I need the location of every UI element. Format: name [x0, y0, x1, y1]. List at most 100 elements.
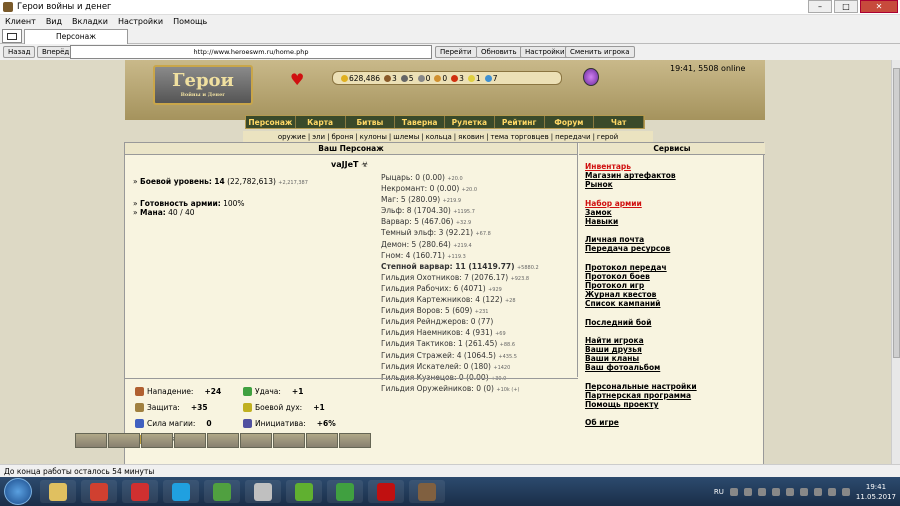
page-scrollbar[interactable] [891, 60, 900, 464]
service-link[interactable]: Набор армии [585, 199, 765, 208]
tray-icon-3[interactable] [757, 487, 766, 496]
subnav-item[interactable]: передачи [555, 133, 590, 141]
service-link[interactable]: Протокол игр [585, 281, 765, 290]
maximize-button[interactable]: □ [834, 0, 858, 13]
guild-plus: +69 [495, 331, 506, 338]
equipment-slot[interactable] [141, 433, 173, 448]
subnav-item[interactable]: броня [331, 133, 353, 141]
service-link[interactable]: Персональные настройки [585, 382, 765, 391]
equipment-slot[interactable] [240, 433, 272, 448]
close-button[interactable]: ✕ [860, 0, 898, 13]
main-nav-item[interactable]: Форум [545, 116, 595, 128]
attribute-label: Инициатива: [255, 419, 306, 428]
main-nav-item[interactable]: Персонаж [246, 116, 296, 128]
forward-button[interactable]: Вперёд [37, 46, 75, 58]
equipment-slot[interactable] [174, 433, 206, 448]
main-nav-item[interactable]: Рейтинг [495, 116, 545, 128]
service-link[interactable]: Инвентарь [585, 162, 765, 171]
main-nav-item[interactable]: Битвы [346, 116, 396, 128]
taskbar-folder-icon[interactable] [40, 480, 76, 503]
subnav-item[interactable]: яковин [458, 133, 484, 141]
back-button[interactable]: Назад [3, 46, 36, 58]
service-link[interactable]: Протокол передач [585, 263, 765, 272]
service-link[interactable]: Партнерская программа [585, 391, 765, 400]
service-link[interactable]: Журнал квестов [585, 290, 765, 299]
tray-icon-7[interactable] [813, 487, 822, 496]
go-button[interactable]: Перейти [435, 46, 477, 58]
subnav-item[interactable]: оружие [278, 133, 306, 141]
service-link[interactable]: Список кампаний [585, 299, 765, 308]
subnav-item[interactable]: кольца [426, 133, 452, 141]
service-link[interactable]: Ваши кланы [585, 354, 765, 363]
menu-view[interactable]: Вид [46, 17, 62, 26]
service-link[interactable]: Передача ресурсов [585, 244, 765, 253]
taskbar-evernote2-icon[interactable] [327, 480, 363, 503]
service-link[interactable]: Протокол боев [585, 272, 765, 281]
subnav-item[interactable]: герой [597, 133, 618, 141]
tray-icon-1[interactable] [729, 487, 738, 496]
tray-icon-4[interactable] [771, 487, 780, 496]
guild-plus: +231 [474, 309, 489, 316]
equipment-slot[interactable] [339, 433, 371, 448]
service-link[interactable]: Рынок [585, 180, 765, 189]
service-link[interactable]: Последний бой [585, 318, 765, 327]
character-nick[interactable]: vaJJeT ☣ [331, 160, 368, 169]
taskbar-xmind-icon[interactable] [122, 480, 158, 503]
service-link[interactable]: Личная почта [585, 235, 765, 244]
service-link[interactable]: Навыки [585, 217, 765, 226]
attributes-panel: Нападение:+24Защита:+35Сила магии:0Знани… [125, 378, 578, 464]
service-link[interactable]: Об игре [585, 418, 765, 427]
subnav-item[interactable]: кулоны [360, 133, 387, 141]
tray-icon-5[interactable] [785, 487, 794, 496]
service-link[interactable]: Ваши друзья [585, 345, 765, 354]
taskbar-heroes-icon[interactable] [409, 480, 445, 503]
new-tab-icon[interactable] [2, 29, 22, 43]
equipment-slot[interactable] [108, 433, 140, 448]
subnav-item[interactable]: тема торговцев [490, 133, 548, 141]
clock[interactable]: 19:41 11.05.2017 [856, 482, 896, 502]
guild-text: Гильдия Рабочих: 6 (4071) [381, 283, 486, 293]
main-nav-item[interactable]: Чат [594, 116, 644, 128]
race-row-main: Степной варвар: 11 (11419.77) +5880.2 [381, 262, 539, 273]
settings-button[interactable]: Настройки [520, 46, 570, 58]
taskbar-chrome-icon[interactable] [81, 480, 117, 503]
equipment-slot[interactable] [306, 433, 338, 448]
service-link[interactable]: Найти игрока [585, 336, 765, 345]
change-player-button[interactable]: Сменить игрока [565, 46, 635, 58]
service-link[interactable]: Магазин артефактов [585, 171, 765, 180]
game-logo[interactable]: Герои Войны и Денег [153, 65, 253, 105]
equipment-slot[interactable] [75, 433, 107, 448]
scrollbar-thumb[interactable] [893, 68, 900, 358]
subnav-item[interactable]: эли [312, 133, 325, 141]
taskbar-acrobat-icon[interactable] [368, 480, 404, 503]
url-input[interactable]: http://www.heroeswm.ru/home.php [70, 45, 432, 59]
tray-icon-9[interactable] [841, 487, 850, 496]
menu-settings[interactable]: Настройки [118, 17, 163, 26]
menu-help[interactable]: Помощь [173, 17, 207, 26]
equipment-slot[interactable] [273, 433, 305, 448]
subnav-item[interactable]: шлемы [393, 133, 419, 141]
menu-client[interactable]: Клиент [5, 17, 36, 26]
tray-icon-6[interactable] [799, 487, 808, 496]
tray-icon-8[interactable] [827, 487, 836, 496]
service-link[interactable]: Помощь проекту [585, 400, 765, 409]
resource-item: 628,486 [341, 74, 380, 83]
lang-indicator[interactable]: RU [714, 488, 724, 496]
service-link[interactable]: Ваш фотоальбом [585, 363, 765, 372]
equipment-slot[interactable] [207, 433, 239, 448]
taskbar-skype-icon[interactable] [163, 480, 199, 503]
taskbar-utorrent-icon[interactable] [286, 480, 322, 503]
taskbar-evernote-icon[interactable] [204, 480, 240, 503]
menu-tabs[interactable]: Вкладки [72, 17, 108, 26]
main-nav-item[interactable]: Рулетка [445, 116, 495, 128]
main-nav-item[interactable]: Карта [296, 116, 346, 128]
main-nav-item[interactable]: Таверна [395, 116, 445, 128]
minimize-button[interactable]: – [808, 0, 832, 13]
service-link[interactable]: Замок [585, 208, 765, 217]
taskbar-paint-icon[interactable] [245, 480, 281, 503]
tray-icon-2[interactable] [743, 487, 752, 496]
start-button[interactable] [4, 478, 32, 505]
refresh-button[interactable]: Обновить [476, 46, 522, 58]
tab-character[interactable]: Персонаж [24, 29, 128, 44]
guild-text: Гильдия Рейнджеров: 0 (77) [381, 317, 494, 327]
